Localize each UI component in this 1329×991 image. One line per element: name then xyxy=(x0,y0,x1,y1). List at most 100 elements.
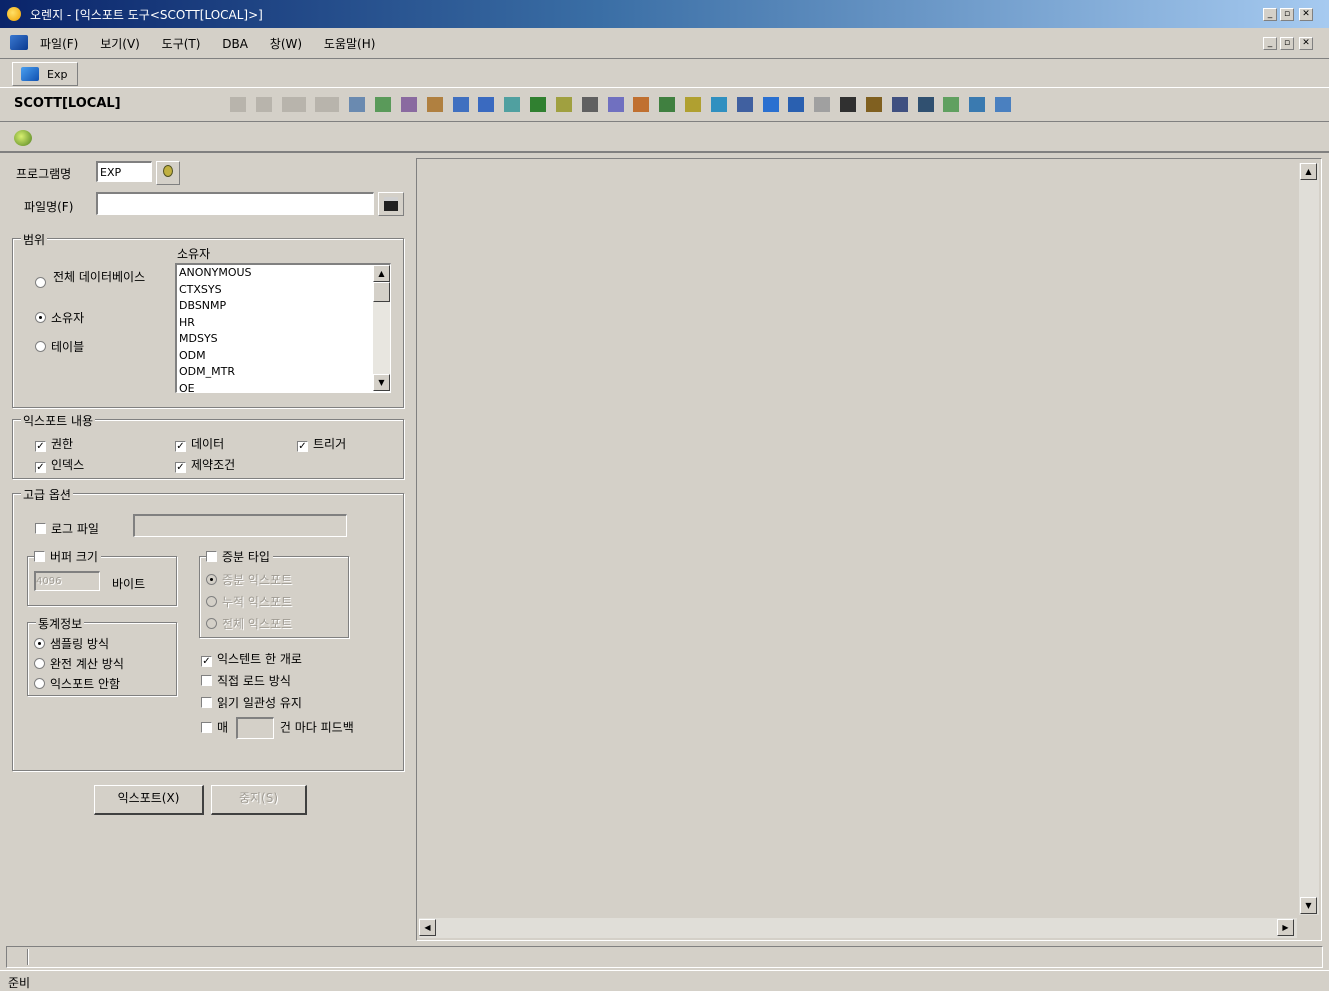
compress-checkbox[interactable]: ✓ 익스텐트 한 개로 xyxy=(201,650,302,667)
security-icon[interactable] xyxy=(633,97,650,112)
report-icon[interactable] xyxy=(504,97,521,112)
child-minimize-button[interactable]: _ xyxy=(1263,37,1277,50)
log-file-input[interactable] xyxy=(133,514,347,537)
log-icon[interactable] xyxy=(685,97,702,112)
privileges-checkbox[interactable]: ✓ 권한 xyxy=(35,435,73,452)
title-bar: 오렌지 - [익스포트 도구<SCOTT[LOCAL]>] _ ▫ ✕ xyxy=(0,0,1329,28)
incremental-checkbox[interactable]: 증분 타입 xyxy=(206,548,273,565)
list-item[interactable]: HR xyxy=(177,315,390,332)
data-checkbox[interactable]: ✓ 데이터 xyxy=(175,435,224,452)
output-horizontal-scrollbar[interactable]: ◀ ▶ xyxy=(419,918,1297,938)
plan-icon[interactable] xyxy=(452,97,469,112)
data-icon[interactable] xyxy=(478,97,495,112)
owner-listbox[interactable]: ANONYMOUS CTXSYS DBSNMP HR MDSYS ODM ODM… xyxy=(175,263,391,393)
toolbar-dim-icon[interactable] xyxy=(255,97,272,112)
scroll-down-button[interactable]: ▼ xyxy=(373,374,390,391)
minimize-button[interactable]: _ xyxy=(1263,8,1277,21)
program-input[interactable] xyxy=(96,161,152,182)
schema-browser-icon[interactable] xyxy=(375,97,392,112)
list-item[interactable]: CTXSYS xyxy=(177,282,390,299)
sql-editor-icon[interactable] xyxy=(349,97,366,112)
list-item[interactable]: OE xyxy=(177,381,390,393)
statistics-sampling-radio[interactable]: 샘플링 방식 xyxy=(34,635,109,652)
export-button[interactable]: 익스포트(X) xyxy=(94,785,204,815)
trace-icon[interactable] xyxy=(659,97,676,112)
table-editor-icon[interactable] xyxy=(426,97,443,112)
export-icon[interactable] xyxy=(762,97,779,112)
menu-dba[interactable]: DBA xyxy=(222,37,248,51)
radio-circle xyxy=(206,574,217,585)
grid-icon[interactable] xyxy=(891,97,908,112)
scroll-down-button[interactable]: ▼ xyxy=(1300,897,1317,914)
feedback-count-input[interactable] xyxy=(235,717,274,739)
list-item[interactable]: ANONYMOUS xyxy=(177,265,390,282)
constraints-checkbox[interactable]: ✓ 제약조건 xyxy=(175,456,235,473)
incremental-export-radio[interactable]: 증분 익스포트 xyxy=(206,571,292,588)
wizard-icon[interactable] xyxy=(943,97,960,112)
buffer-size-checkbox[interactable]: 버퍼 크기 xyxy=(34,548,101,565)
space-icon[interactable] xyxy=(581,97,598,112)
log-file-checkbox[interactable]: 로그 파일 xyxy=(35,520,99,537)
scope-table-radio[interactable]: 테이블 xyxy=(35,338,84,355)
monitor-icon[interactable] xyxy=(736,97,753,112)
import-icon[interactable] xyxy=(788,97,805,112)
scroll-up-button[interactable]: ▲ xyxy=(373,265,390,282)
scope-all-radio[interactable]: 전체 데이터베이스 xyxy=(35,269,165,288)
menu-file[interactable]: 파일(F) xyxy=(40,37,78,51)
checkbox-box xyxy=(201,675,212,686)
cumulative-export-radio[interactable]: 누적 익스포트 xyxy=(206,593,292,610)
program-browse-button[interactable] xyxy=(156,161,180,185)
direct-label: 직접 로드 방식 xyxy=(217,674,291,688)
feedback-checkbox[interactable]: 매 건 마다 피드백 xyxy=(201,717,354,739)
instance-icon[interactable] xyxy=(607,97,624,112)
window-icon[interactable] xyxy=(995,97,1012,112)
radio-circle xyxy=(34,638,45,649)
search-icon[interactable] xyxy=(969,97,986,112)
menu-view[interactable]: 보기(V) xyxy=(100,37,140,51)
stop-button[interactable]: 중지(S) xyxy=(211,785,307,815)
direct-path-checkbox[interactable]: 직접 로드 방식 xyxy=(201,672,291,689)
child-restore-button[interactable]: ▫ xyxy=(1280,37,1294,50)
connect-icon[interactable] xyxy=(14,130,32,146)
toolbar-dim-icon[interactable] xyxy=(281,97,306,112)
list-item[interactable]: ODM_MTR xyxy=(177,364,390,381)
scope-owner-label: 소유자 xyxy=(51,311,85,325)
backup-icon[interactable] xyxy=(710,97,727,112)
menu-help[interactable]: 도움말(H) xyxy=(324,37,376,51)
list-item[interactable]: MDSYS xyxy=(177,331,390,348)
scroll-right-button[interactable]: ▶ xyxy=(1277,919,1294,936)
buffer-size-input[interactable] xyxy=(34,571,100,591)
output-pane[interactable]: ▲ ▼ ◀ ▶ xyxy=(416,158,1322,941)
file-input[interactable] xyxy=(96,192,374,215)
menu-window[interactable]: 창(W) xyxy=(270,37,302,51)
restore-button[interactable]: ▫ xyxy=(1280,8,1294,21)
loader-icon[interactable] xyxy=(814,97,831,112)
list-item[interactable]: DBSNMP xyxy=(177,298,390,315)
triggers-checkbox[interactable]: ✓ 트리거 xyxy=(297,435,346,452)
close-button[interactable]: ✕ xyxy=(1299,8,1313,21)
compile-icon[interactable] xyxy=(865,97,882,112)
toolbar-dim-icon[interactable] xyxy=(315,97,340,112)
child-close-button[interactable]: ✕ xyxy=(1299,37,1313,50)
full-export-radio[interactable]: 전체 익스포트 xyxy=(206,615,292,632)
owner-list-scrollbar[interactable]: ▲ ▼ xyxy=(373,265,390,391)
output-vertical-scrollbar[interactable]: ▲ ▼ xyxy=(1299,163,1319,915)
scope-owner-radio[interactable]: 소유자 xyxy=(35,309,84,326)
analyze-icon[interactable] xyxy=(840,97,857,112)
menu-tools[interactable]: 도구(T) xyxy=(162,37,201,51)
statistics-none-radio[interactable]: 익스포트 안함 xyxy=(34,675,120,692)
scroll-up-button[interactable]: ▲ xyxy=(1300,163,1317,180)
scroll-thumb[interactable] xyxy=(373,282,390,302)
indexes-checkbox[interactable]: ✓ 인덱스 xyxy=(35,456,84,473)
consistent-checkbox[interactable]: 읽기 일관성 유지 xyxy=(201,694,302,711)
chart-icon[interactable] xyxy=(917,97,934,112)
statistics-compute-radio[interactable]: 완전 계산 방식 xyxy=(34,655,124,672)
scroll-left-button[interactable]: ◀ xyxy=(419,919,436,936)
lock-icon[interactable] xyxy=(555,97,572,112)
query-builder-icon[interactable] xyxy=(400,97,417,112)
toolbar-dim-icon[interactable] xyxy=(230,97,246,112)
save-file-button[interactable] xyxy=(378,192,404,216)
tab-exp[interactable]: Exp xyxy=(12,62,78,86)
session-icon[interactable] xyxy=(530,97,547,112)
list-item[interactable]: ODM xyxy=(177,348,390,365)
